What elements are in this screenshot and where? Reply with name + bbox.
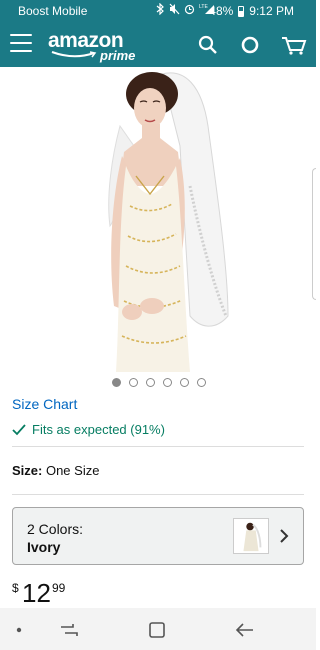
product-image[interactable] <box>90 66 240 372</box>
status-icons: LTE <box>156 3 215 15</box>
color-value: Ivory <box>27 539 61 555</box>
size-chart-link[interactable]: Size Chart <box>12 396 77 412</box>
logo-subtext: prime <box>100 48 136 63</box>
side-drawer-handle[interactable] <box>312 168 316 300</box>
color-selector[interactable]: 2 Colors: Ivory <box>12 507 304 565</box>
mute-icon <box>169 3 180 15</box>
menu-icon[interactable] <box>10 34 32 52</box>
battery-icon <box>238 5 245 17</box>
divider <box>12 446 304 447</box>
search-icon[interactable] <box>196 33 220 57</box>
amazon-prime-logo[interactable]: amazon prime <box>48 29 135 63</box>
image-carousel-dots <box>112 378 206 387</box>
size-value: One Size <box>45 463 100 478</box>
fit-info: Fits as expected (91%) <box>12 422 165 437</box>
svg-text:LTE: LTE <box>199 4 208 10</box>
recents-icon[interactable] <box>58 619 80 641</box>
fit-text: Fits as expected (91%) <box>32 422 165 437</box>
chevron-right-icon <box>280 529 289 543</box>
checkmark-icon <box>12 423 26 435</box>
divider <box>12 494 304 495</box>
size-label: Size: <box>12 463 43 478</box>
alexa-icon[interactable] <box>238 33 262 57</box>
battery-percent: 48% <box>209 4 234 18</box>
status-bar: Boost Mobile LTE 48% 9:12 PM <box>0 0 316 22</box>
home-icon[interactable] <box>146 619 168 641</box>
carousel-dot[interactable] <box>163 378 172 387</box>
cart-icon[interactable] <box>280 33 308 57</box>
carrier-label: Boost Mobile <box>18 4 88 18</box>
price-currency: $ <box>12 581 19 595</box>
back-icon[interactable] <box>234 619 256 641</box>
carousel-dot[interactable] <box>112 378 121 387</box>
carousel-dot[interactable] <box>180 378 189 387</box>
status-right: 48% 9:12 PM <box>209 4 294 18</box>
nav-dot-icon[interactable] <box>8 619 30 641</box>
app-header: amazon prime <box>0 22 316 67</box>
smile-icon <box>51 51 97 58</box>
alarm-icon <box>184 4 195 15</box>
carousel-dot[interactable] <box>146 378 155 387</box>
bluetooth-icon <box>156 3 164 15</box>
system-nav-bar <box>0 608 316 650</box>
price-fraction: 99 <box>52 581 66 595</box>
price-whole: 12 <box>22 578 51 608</box>
carousel-dot[interactable] <box>197 378 206 387</box>
carousel-dot[interactable] <box>129 378 138 387</box>
size-row: Size: One Size <box>12 463 99 478</box>
colors-label: 2 Colors: <box>27 521 84 537</box>
color-selector-text: 2 Colors: Ivory <box>27 520 83 556</box>
clock: 9:12 PM <box>249 4 294 18</box>
color-thumbnail[interactable] <box>233 518 269 554</box>
